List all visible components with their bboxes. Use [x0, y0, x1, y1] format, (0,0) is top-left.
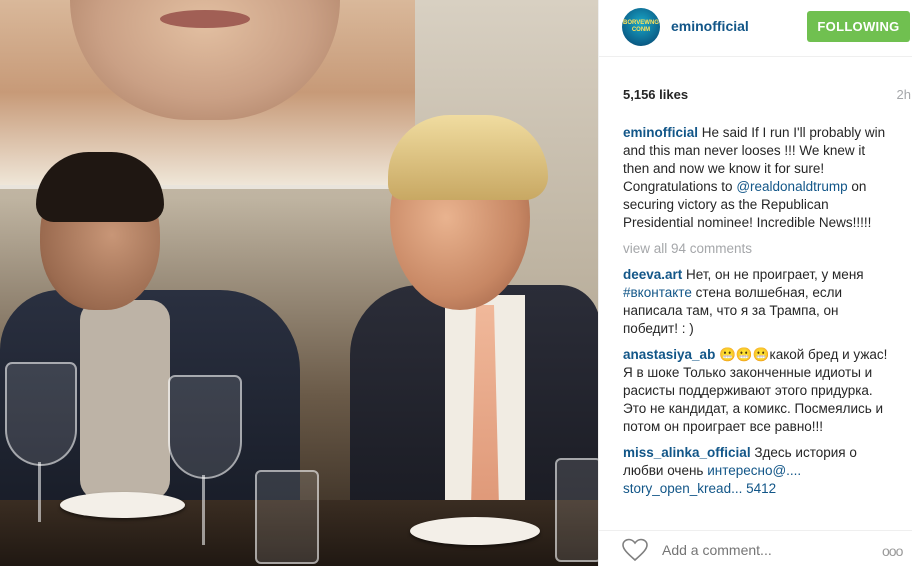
comment: miss_alinka_official Здесь история о люб…: [623, 444, 895, 498]
comment-username[interactable]: deeva.art: [623, 267, 682, 282]
plate: [60, 492, 185, 518]
comment-username[interactable]: anastasiya_ab: [623, 347, 715, 362]
heart-icon[interactable]: [622, 538, 648, 562]
comment-username[interactable]: miss_alinka_official: [623, 445, 751, 460]
wine-glass: [168, 375, 242, 479]
more-options-icon[interactable]: ooo: [882, 543, 903, 559]
water-glass: [255, 470, 319, 564]
post-photo[interactable]: [0, 0, 598, 566]
post-time: 2h: [896, 87, 911, 102]
glass-stem: [38, 462, 41, 522]
person-left-shirt: [80, 300, 170, 500]
hashtag-link[interactable]: #вконтакте: [623, 285, 692, 300]
likes-count[interactable]: 5,156 likes: [623, 87, 688, 102]
caption: eminofficial He said If I run I'll proba…: [623, 124, 895, 232]
comment: anastasiya_ab 😬😬😬какой бред и ужас! Я в …: [623, 346, 895, 436]
person-left-hair: [36, 152, 164, 222]
caption-username[interactable]: eminofficial: [623, 125, 698, 140]
post-meta: 5,156 likes 2h: [623, 87, 911, 105]
glass-stem: [202, 475, 205, 545]
username-link[interactable]: eminofficial: [671, 18, 749, 34]
add-comment-input[interactable]: [660, 540, 864, 560]
water-glass: [555, 458, 598, 562]
avatar-logo-text: BORVEWNG CONM: [623, 20, 659, 33]
person-right-hair: [388, 115, 548, 200]
comment-text: Нет, он не проиграет, у меня: [682, 267, 864, 282]
poster-lips: [160, 10, 250, 28]
post-footer: ooo: [599, 530, 912, 567]
following-button[interactable]: FOLLOWING: [807, 11, 910, 42]
post-header: BORVEWNG CONM eminofficial FOLLOWING: [599, 0, 912, 57]
comments-list: eminofficial He said If I run I'll proba…: [623, 124, 895, 529]
comment: deeva.art Нет, он не проиграет, у меня #…: [623, 266, 895, 338]
instagram-post: BORVEWNG CONM eminofficial FOLLOWING 5,1…: [0, 0, 912, 566]
wine-glass: [5, 362, 77, 466]
view-all-comments-link[interactable]: view all 94 comments: [623, 240, 895, 258]
plate: [410, 517, 540, 545]
post-sidebar: BORVEWNG CONM eminofficial FOLLOWING 5,1…: [598, 0, 912, 566]
mention-link[interactable]: @realdonaldtrump: [736, 179, 847, 194]
avatar[interactable]: BORVEWNG CONM: [622, 8, 660, 46]
